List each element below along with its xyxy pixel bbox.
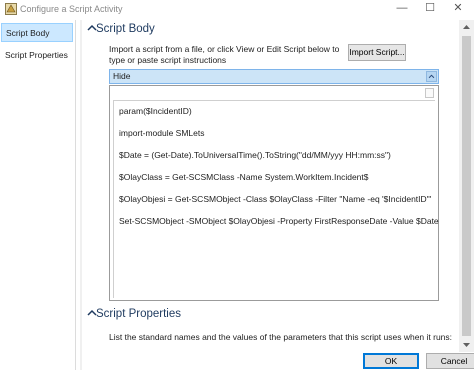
scroll-up-icon[interactable]: [459, 20, 474, 34]
section-title: Script Body: [96, 23, 155, 35]
editor-scroll-stub[interactable]: [425, 88, 434, 98]
script-editor[interactable]: param($IncidentID) import-module SMLets …: [109, 85, 439, 301]
script-properties-description: List the standard names and the values o…: [109, 332, 453, 342]
cancel-button[interactable]: Cancel: [426, 353, 474, 369]
close-button[interactable]: ✕: [444, 0, 472, 18]
section-header-script-properties[interactable]: Script Properties: [84, 305, 457, 325]
main-content: Script Body Import a script from a file,…: [84, 20, 457, 352]
section-header-script-body[interactable]: Script Body: [84, 20, 457, 40]
script-line: Set-SCSMObject -SMObject $OlayObjesi -Pr…: [119, 216, 439, 226]
dialog-footer: OK Cancel: [84, 352, 474, 370]
hide-label: Hide: [113, 71, 131, 81]
window-title: Configure a Script Activity: [20, 4, 123, 14]
pane-divider: [80, 20, 82, 370]
sidebar: Script Body Script Properties: [0, 20, 76, 370]
section-title: Script Properties: [96, 308, 182, 320]
title-bar: Configure a Script Activity — ☐ ✕: [0, 0, 474, 20]
script-line: $Date = (Get-Date).ToUniversalTime().ToS…: [119, 150, 391, 160]
script-line: $OlayClass = Get-SCSMClass -Name System.…: [119, 172, 369, 182]
script-line: $OlayObjesi = Get-SCSMObject -Class $Ola…: [119, 194, 432, 204]
script-line: import-module SMLets: [119, 128, 205, 138]
script-line: param($IncidentID): [119, 106, 192, 116]
script-body-description: Import a script from a file, or click Vi…: [109, 44, 340, 65]
import-script-button[interactable]: Import Script...: [348, 44, 406, 61]
vertical-scrollbar[interactable]: [459, 20, 474, 352]
sidebar-item-script-body[interactable]: Script Body: [1, 23, 73, 42]
script-text-area[interactable]: param($IncidentID) import-module SMLets …: [113, 100, 439, 298]
minimize-button[interactable]: —: [388, 0, 416, 18]
scrollbar-thumb[interactable]: [462, 36, 471, 336]
sidebar-item-script-properties[interactable]: Script Properties: [1, 46, 73, 65]
hide-toggle[interactable]: Hide: [109, 69, 439, 84]
app-icon: [5, 3, 17, 15]
scroll-down-icon[interactable]: [459, 338, 474, 352]
chevron-up-icon[interactable]: [426, 71, 437, 82]
ok-button[interactable]: OK: [363, 353, 419, 369]
maximize-button[interactable]: ☐: [416, 0, 444, 18]
